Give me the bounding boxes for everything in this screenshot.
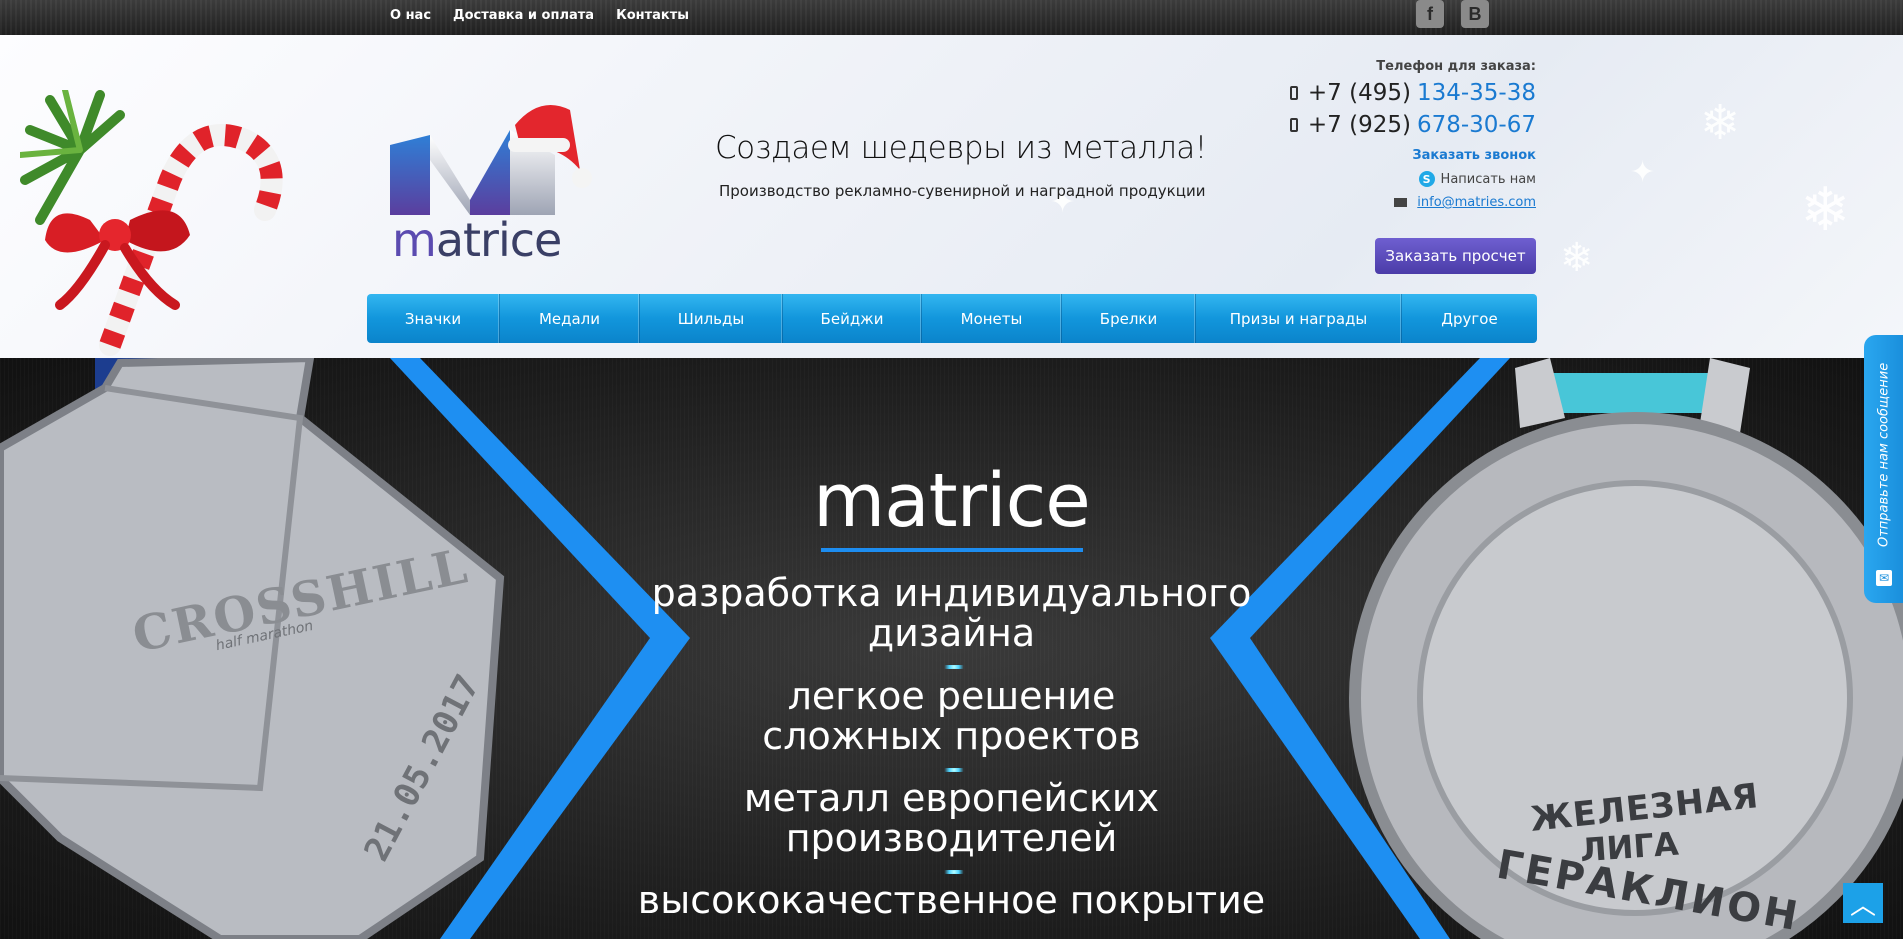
- envelope-icon: ✉: [1876, 570, 1892, 586]
- logo-wordmark-prefix: m: [392, 213, 437, 267]
- skype-label: Написать нам: [1440, 171, 1536, 187]
- facebook-icon[interactable]: f: [1416, 0, 1444, 28]
- callback-link[interactable]: Заказать звонок: [1290, 148, 1536, 163]
- feedback-side-tab[interactable]: Отправьте нам сообщение ✉: [1864, 335, 1903, 603]
- banner-underline: [821, 548, 1083, 552]
- skype-link[interactable]: S Написать нам: [1290, 171, 1536, 187]
- matrice-logo-icon[interactable]: [390, 100, 600, 230]
- snowflake-icon: ❄: [1560, 235, 1594, 281]
- menu-item-plates[interactable]: Шильды: [640, 294, 783, 343]
- banner-feature-1a: разработка индивидуального: [651, 571, 1252, 615]
- menu-item-medals[interactable]: Медали: [500, 294, 640, 343]
- menu-item-coins[interactable]: Монеты: [922, 294, 1062, 343]
- main-menu: Значки Медали Шильды Бейджи Монеты Брелк…: [367, 294, 1537, 343]
- banner-feature-2b: сложных проектов: [762, 714, 1141, 758]
- chevron-up-icon: ︿: [1849, 890, 1876, 921]
- banner-feature-3a: металл европейских: [743, 776, 1160, 820]
- logo-wordmark-rest: atrice: [435, 213, 563, 267]
- skype-icon: S: [1418, 171, 1435, 187]
- phone-2-number: 678-30-67: [1416, 112, 1536, 138]
- banner-feature-2a: легкое решение: [787, 674, 1116, 718]
- snowflake-icon: ❄: [1700, 95, 1741, 151]
- snowflake-icon: ✦: [1630, 155, 1656, 190]
- phone-1-number: 134-35-38: [1416, 80, 1536, 106]
- menu-item-other[interactable]: Другое: [1402, 294, 1537, 343]
- top-nav-about[interactable]: О нас: [390, 8, 431, 23]
- subtagline: Производство рекламно-сувенирной и награ…: [719, 182, 1206, 200]
- menu-item-keychains[interactable]: Брелки: [1062, 294, 1196, 343]
- tagline: Создаем шедевры из металла!: [715, 130, 1207, 166]
- menu-item-badges[interactable]: Значки: [367, 294, 500, 343]
- banner-feature-4: высококачественное покрытие: [637, 878, 1266, 922]
- banner-feature-1b: дизайна: [867, 611, 1036, 655]
- phone-2[interactable]: +7 (925) 678-30-67: [1289, 112, 1536, 138]
- scroll-to-top-button[interactable]: ︿: [1843, 883, 1883, 923]
- top-nav-contacts[interactable]: Контакты: [616, 8, 689, 23]
- contacts-block: Телефон для заказа: +7 (495) 134-35-38 +…: [1289, 53, 1536, 210]
- email-row: info@matries.com: [1290, 195, 1536, 210]
- snowflake-icon: ❄: [1800, 175, 1851, 245]
- vk-icon[interactable]: B: [1461, 0, 1489, 28]
- top-bar: О нас Доставка и оплата Контакты f B: [0, 0, 1903, 35]
- email-link[interactable]: info@matries.com: [1417, 195, 1536, 210]
- top-nav: О нас Доставка и оплата Контакты: [390, 8, 689, 23]
- sparkle-divider: [942, 870, 966, 874]
- mobile-phone-icon: [1289, 86, 1298, 100]
- phone-2-code: +7 (925): [1307, 112, 1411, 138]
- top-nav-delivery[interactable]: Доставка и оплата: [453, 8, 594, 23]
- logo-wordmark[interactable]: matrice: [392, 213, 563, 267]
- menu-item-name-badges[interactable]: Бейджи: [783, 294, 922, 343]
- banner-feature-3b: производителей: [785, 816, 1118, 860]
- candy-cane-decoration: [20, 90, 283, 356]
- phone-1[interactable]: +7 (495) 134-35-38: [1289, 80, 1536, 106]
- envelope-icon: [1394, 198, 1408, 207]
- sparkle-divider: [942, 768, 966, 772]
- phone-caption: Телефон для заказа:: [1376, 59, 1536, 74]
- hero-banner[interactable]: CROSSHILL half marathon 21.05.2017 ЖЕЛЕЗ…: [0, 358, 1903, 939]
- feedback-label: Отправьте нам сообщение: [1876, 362, 1892, 548]
- mobile-phone-icon: [1289, 118, 1298, 132]
- order-estimate-button[interactable]: Заказать просчет: [1375, 238, 1536, 274]
- phone-1-code: +7 (495): [1307, 80, 1411, 106]
- banner-logo: matrice: [813, 458, 1091, 544]
- sparkle-divider: [942, 665, 966, 669]
- menu-item-prizes[interactable]: Призы и награды: [1196, 294, 1402, 343]
